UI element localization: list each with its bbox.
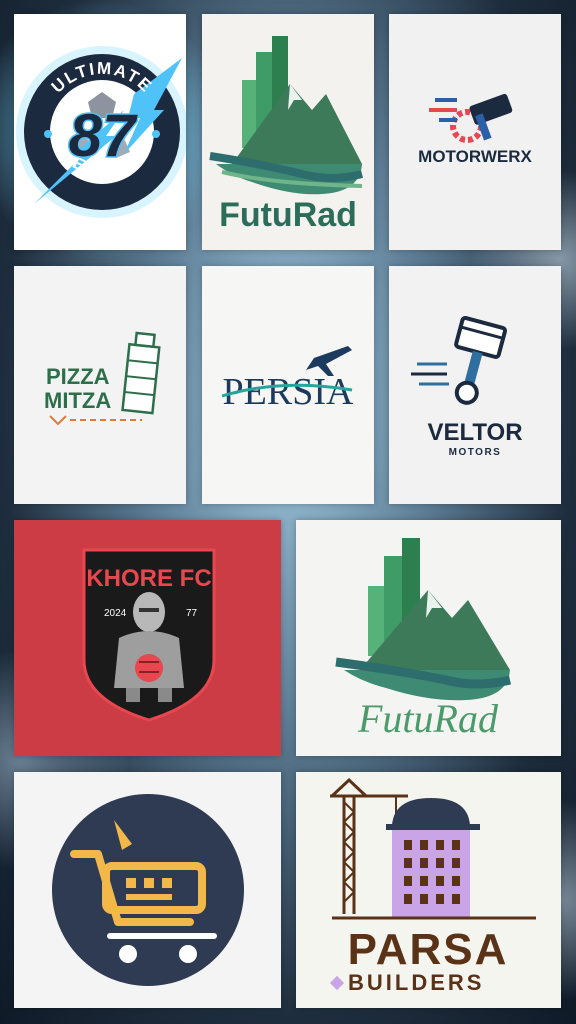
pizza-line1: PIZZA: [46, 364, 110, 389]
ultimate-team-fc-logo: ULTIMATE TEAM FC 87: [16, 46, 186, 218]
pizza-mitza-logo: PIZZA MITZA: [44, 331, 161, 426]
logo-tile-motorwerx[interactable]: MOTORWERX: [389, 14, 561, 250]
logo-tile-futurad-gothic[interactable]: FutuRad: [296, 520, 561, 756]
khore-year: 2024: [104, 608, 127, 619]
khore-fc-logo: KHORE FC 2024 77: [82, 548, 216, 722]
veltor-sub: MOTORS: [449, 447, 502, 458]
ultimate-number: 87: [69, 102, 138, 169]
logo-tile-parsa-builders[interactable]: PARSA BUILDERS: [296, 772, 561, 1008]
logo-tile-shopping-cart[interactable]: [14, 772, 281, 1008]
logo-tile-ultimate-team-fc[interactable]: ULTIMATE TEAM FC 87: [14, 14, 186, 250]
veltor-name: VELTOR: [427, 419, 522, 446]
veltor-motors-logo: VELTOR MOTORS: [411, 315, 523, 458]
futurad-name: FutuRad: [219, 196, 357, 234]
logo-tile-futurad[interactable]: FutuRad: [202, 14, 374, 250]
parsa-name: PARSA: [348, 925, 509, 974]
futurad-gothic-name: FutuRad: [357, 696, 499, 741]
futurad-gothic-logo: FutuRad: [335, 538, 512, 741]
parsa-builders-logo: PARSA BUILDERS: [329, 777, 536, 995]
logo-tile-persia[interactable]: PERSIA: [202, 266, 374, 504]
logo-tile-veltor-motors[interactable]: VELTOR MOTORS: [389, 266, 561, 504]
futurad-logo: FutuRad: [209, 36, 364, 234]
persia-logo: PERSIA: [221, 346, 354, 413]
logo-tile-pizza-mitza[interactable]: PIZZA MITZA: [14, 266, 186, 504]
khore-name: KHORE FC: [86, 565, 211, 592]
pizza-line2: MITZA: [44, 388, 111, 413]
motorwerx-name: MOTORWERX: [418, 147, 532, 166]
parsa-sub: BUILDERS: [348, 970, 484, 995]
motorwerx-logo: MOTORWERX: [418, 93, 532, 166]
logo-tile-khore-fc[interactable]: KHORE FC 2024 77: [14, 520, 281, 756]
shopping-cart-logo: [52, 794, 244, 986]
khore-num: 77: [186, 608, 198, 619]
